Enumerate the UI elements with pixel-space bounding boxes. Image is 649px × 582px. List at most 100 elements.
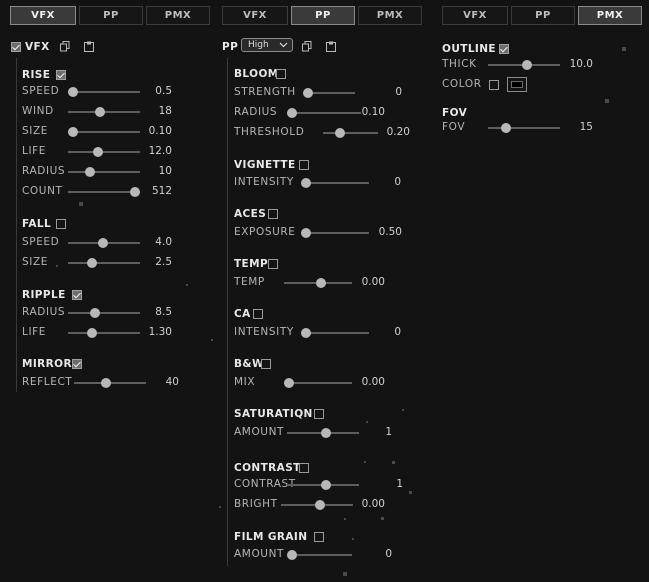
section-title-contrast: CONTRAST bbox=[234, 462, 301, 474]
section-checkbox-ca[interactable] bbox=[253, 309, 264, 319]
slider-knob[interactable] bbox=[94, 107, 105, 117]
outline-color-checkbox[interactable] bbox=[489, 80, 499, 90]
row-label: RADIUS bbox=[22, 165, 66, 177]
pp-header-label: PP bbox=[222, 41, 239, 53]
section-checkbox-ripple[interactable] bbox=[71, 290, 82, 300]
tab-pp[interactable]: PP bbox=[511, 6, 575, 25]
particle-dot bbox=[392, 461, 395, 464]
row-value: 0.50 bbox=[378, 226, 402, 238]
row-value: 0.5 bbox=[155, 85, 172, 97]
tab-vfx[interactable]: VFX bbox=[10, 6, 76, 25]
slider-knob[interactable] bbox=[315, 278, 326, 288]
slider-knob[interactable] bbox=[320, 428, 331, 438]
slider-knob[interactable] bbox=[84, 167, 95, 177]
slider-knob[interactable] bbox=[287, 550, 297, 560]
section-checkbox-bloom[interactable] bbox=[276, 69, 286, 79]
copy-icon[interactable] bbox=[60, 41, 70, 52]
row-value: 8.5 bbox=[155, 306, 172, 318]
clipboard-icon[interactable] bbox=[84, 41, 94, 52]
clipboard-icon[interactable] bbox=[326, 41, 336, 52]
section-checkbox-bw[interactable] bbox=[260, 359, 271, 369]
row-label: EXPOSURE bbox=[234, 226, 296, 238]
section-title-temp: TEMP bbox=[234, 258, 269, 270]
copy-icon[interactable] bbox=[302, 41, 312, 52]
row-label: COUNT bbox=[22, 185, 63, 197]
slider-knob[interactable] bbox=[334, 128, 345, 138]
vfx-tab-bar: VFX PP PMX bbox=[10, 6, 210, 25]
slider-knob[interactable] bbox=[93, 147, 104, 157]
tab-vfx[interactable]: VFX bbox=[442, 6, 508, 25]
tab-pmx[interactable]: PMX bbox=[146, 6, 210, 25]
slider-knob[interactable] bbox=[320, 480, 331, 490]
section-checkbox-outline[interactable] bbox=[499, 44, 510, 54]
slider-knob[interactable] bbox=[86, 258, 97, 268]
slider-knob[interactable] bbox=[90, 308, 101, 318]
pp-indent-guide bbox=[227, 58, 228, 566]
particle-dot bbox=[381, 517, 384, 520]
row-value: 0 bbox=[395, 86, 402, 98]
row-value: 12.0 bbox=[148, 145, 172, 157]
slider-knob[interactable] bbox=[303, 88, 313, 98]
quality-dropdown[interactable]: High bbox=[241, 38, 293, 52]
slider-knob[interactable] bbox=[87, 328, 98, 338]
particle-dot bbox=[343, 572, 347, 576]
vfx-enable-checkbox[interactable] bbox=[11, 42, 21, 52]
section-title-mirror: MIRROR bbox=[22, 358, 72, 370]
section-checkbox-saturatiqn[interactable] bbox=[314, 409, 324, 419]
slider-knob[interactable] bbox=[68, 87, 78, 97]
row-label: BRIGHT bbox=[234, 498, 278, 510]
section-checkbox-vignette[interactable] bbox=[298, 160, 309, 170]
particle-dot bbox=[366, 421, 368, 423]
chevron-down-icon bbox=[279, 42, 288, 48]
row-label: SIZE bbox=[22, 256, 48, 268]
row-value: 0 bbox=[385, 548, 392, 560]
section-checkbox-mirror[interactable] bbox=[71, 359, 82, 369]
section-checkbox-fall[interactable] bbox=[56, 219, 67, 229]
color-swatch[interactable] bbox=[507, 77, 527, 92]
slider-knob[interactable] bbox=[501, 123, 512, 133]
row-label: STRENGTH bbox=[234, 86, 296, 98]
particle-dot bbox=[352, 538, 354, 540]
section-checkbox-temp[interactable] bbox=[268, 259, 279, 269]
tab-pmx[interactable]: PMX bbox=[358, 6, 422, 25]
row-label: TEMP bbox=[234, 276, 265, 288]
section-title-bw: B&W bbox=[234, 358, 264, 370]
particle-dot bbox=[211, 339, 213, 341]
section-checkbox-filmgrain[interactable] bbox=[314, 532, 324, 542]
row-value: 512 bbox=[151, 185, 172, 197]
section-title-rise: RISE bbox=[22, 69, 51, 81]
row-label: LIFE bbox=[22, 326, 47, 338]
section-checkbox-aces[interactable] bbox=[268, 209, 279, 219]
row-value: 0.00 bbox=[361, 498, 385, 510]
slider-knob[interactable] bbox=[301, 228, 311, 238]
row-label: LIFE bbox=[22, 145, 47, 157]
tab-pmx[interactable]: PMX bbox=[578, 6, 642, 25]
slider-knob[interactable] bbox=[301, 328, 311, 338]
section-title-saturatiqn: SATURATIQN bbox=[234, 408, 313, 420]
tab-vfx[interactable]: VFX bbox=[222, 6, 288, 25]
slider-knob[interactable] bbox=[68, 127, 78, 137]
slider-knob[interactable] bbox=[100, 378, 111, 388]
tab-pp[interactable]: PP bbox=[291, 6, 355, 25]
vfx-indent-guide bbox=[16, 58, 17, 392]
tab-pp[interactable]: PP bbox=[79, 6, 143, 25]
slider-knob[interactable] bbox=[287, 108, 297, 118]
section-title-ca: CA bbox=[234, 308, 251, 320]
row-label: RADIUS bbox=[22, 306, 66, 318]
row-value: 10.0 bbox=[569, 58, 593, 70]
row-label: INTENSITY bbox=[234, 326, 294, 338]
row-label: RADIUS bbox=[234, 106, 278, 118]
row-value: 0.20 bbox=[386, 126, 410, 138]
particle-dot bbox=[605, 99, 609, 103]
section-title-vignette: VIGNETTE bbox=[234, 159, 296, 171]
slider-knob[interactable] bbox=[284, 378, 294, 388]
slider-knob[interactable] bbox=[314, 500, 325, 510]
slider-knob[interactable] bbox=[98, 238, 109, 248]
section-title-outline: OUTLINE bbox=[442, 43, 496, 55]
section-checkbox-contrast[interactable] bbox=[298, 463, 309, 473]
row-value: 15 bbox=[579, 121, 593, 133]
slider-knob[interactable] bbox=[301, 178, 311, 188]
section-checkbox-rise[interactable] bbox=[56, 70, 67, 80]
slider-knob[interactable] bbox=[521, 60, 532, 70]
row-label: SPEED bbox=[22, 236, 60, 248]
